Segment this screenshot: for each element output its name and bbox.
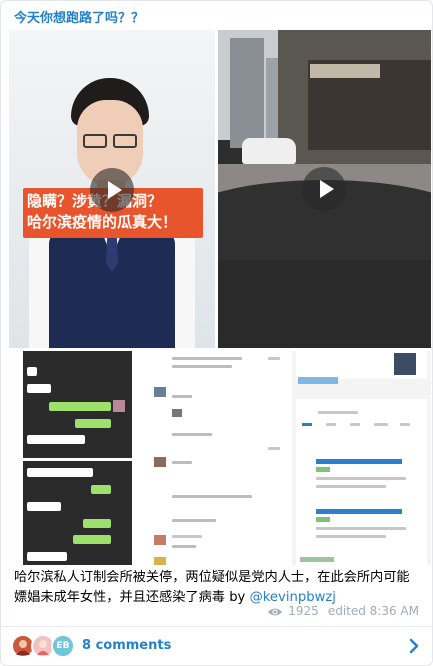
company-footer-tab [300,557,334,562]
forum-heading [172,357,242,360]
company-tab [400,423,410,426]
comments-label[interactable]: 8 comments [82,638,171,653]
view-count: 1925 [288,604,319,618]
glasses-left [83,134,107,148]
tower-left [230,38,264,148]
message-caption: 哈尔滨私人订制会所被关停，两位疑似是党内人士，在此会所内可能嫖娼未成年女性，并且… [14,568,422,607]
company-entry-badge [316,467,330,472]
company-entry-detail [316,485,386,488]
chat-line [27,384,51,393]
screenshot-chat-top[interactable] [9,351,148,458]
video-presenter[interactable]: 隐瞒？涉黄？漏洞？ 哈尔滨疫情的瓜真大！ [9,30,215,348]
forum-item [172,461,192,464]
store-sign [310,64,380,78]
forum-time [268,357,280,360]
forum-avatar [154,557,166,565]
message-meta: 1925 edited 8:36 AM [267,604,419,618]
chat-line [73,535,111,544]
screenshot-forum[interactable] [150,351,290,565]
company-entry-detail [316,477,406,480]
chat-line [27,367,37,376]
chat-line [27,502,61,511]
glasses-right [113,134,137,148]
forum-avatar [154,387,166,397]
forum-item [172,519,216,522]
screenshot-company[interactable] [292,351,431,565]
company-entry-detail [316,535,386,538]
forum-time [268,447,280,450]
chat-line [49,402,111,411]
forum-thumb [172,409,182,417]
company-entry-title [316,509,402,514]
chat-line [27,468,93,477]
company-entry-badge [316,517,330,522]
forum-item [172,433,212,436]
chat-line [83,519,111,528]
chat-avatar [113,400,125,412]
banner-line-2: 哈尔滨疫情的瓜真大！ [27,213,178,231]
avatar-initials: EB [56,641,70,651]
company-entry-detail [316,527,406,530]
forum-heading [172,365,232,368]
video-street[interactable] [218,30,431,348]
comments-bar[interactable]: EB 8 comments [1,627,432,665]
message-card: 今天你想跑路了吗？？ 隐瞒？涉黄？漏洞？ 哈尔滨疫情的瓜真大！ [0,0,433,666]
company-tab [350,423,360,426]
chat-line [75,419,111,428]
chevron-right-icon[interactable] [408,638,420,658]
company-tab [326,423,336,426]
play-icon[interactable] [302,167,346,211]
chat-line [27,552,67,561]
company-tab-active [302,423,312,426]
forum-avatar [154,535,166,545]
company-entry-title [316,459,402,464]
company-code [318,411,358,414]
forum-item [172,395,192,398]
play-icon[interactable] [90,168,134,212]
company-tab [374,423,388,426]
edited-time: edited 8:36 AM [327,604,419,618]
forum-avatar [154,457,166,467]
channel-title[interactable]: 今天你想跑路了吗？？ [14,7,144,26]
company-tag [298,377,338,384]
company-photo [394,353,416,375]
caption-text: 哈尔滨私人订制会所被关停，两位疑似是党内人士，在此会所内可能嫖娼未成年女性，并且… [14,570,410,605]
avatar: EB [51,634,75,658]
mention-link[interactable]: @kevinpbwzj [250,590,336,605]
chat-line [91,485,111,494]
forum-item [172,535,202,538]
white-car [242,138,296,164]
screenshot-chat-bottom[interactable] [9,461,148,565]
forum-item [172,495,252,498]
forum-item [172,545,196,548]
eye-icon [267,606,283,616]
chat-line [27,435,85,444]
